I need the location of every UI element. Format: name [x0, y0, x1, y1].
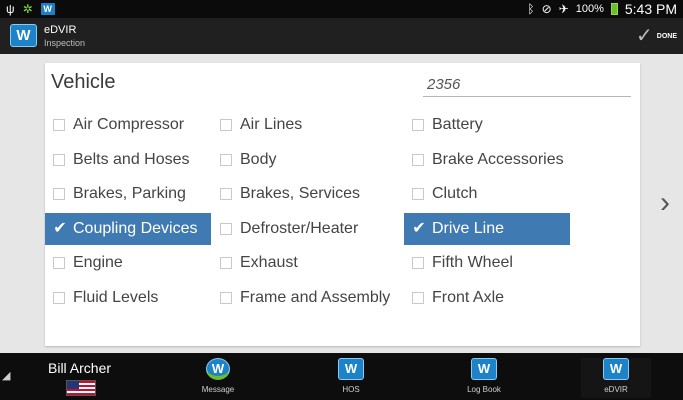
checkmark-icon[interactable]: ✔	[53, 220, 67, 236]
checklist-item-label: Battery	[432, 116, 483, 133]
checkbox[interactable]	[53, 292, 65, 304]
checklist-item-label: Air Compressor	[73, 116, 185, 133]
app-title: eDVIR	[44, 24, 77, 36]
checklist-item[interactable]: Air Lines	[212, 109, 302, 141]
checklist-item-label: Brakes, Services	[240, 185, 361, 203]
checkbox[interactable]	[412, 188, 424, 201]
checklist-item-label: Frame and Assembly	[240, 289, 391, 306]
checklist-item[interactable]: Exhaust	[212, 247, 298, 279]
chevron-right-icon[interactable]: ›	[654, 186, 676, 220]
checklist-item-label: Clutch	[432, 185, 478, 203]
checkbox[interactable]	[53, 257, 65, 270]
user-name[interactable]: Bill Archer	[48, 360, 111, 376]
checkbox[interactable]	[412, 292, 424, 304]
checklist-item-label: Exhaust	[240, 254, 298, 272]
nav-item-edvir[interactable]: W eDVIR	[581, 358, 651, 398]
checkbox[interactable]	[220, 222, 232, 235]
message-icon: W	[206, 358, 230, 380]
usb-icon: ψ	[6, 2, 15, 16]
checklist-item-label: Engine	[73, 254, 123, 272]
checklist-item[interactable]: Brake Accessories	[404, 144, 564, 176]
done-label: DONE	[656, 32, 677, 40]
bluetooth-icon: ᛒ	[527, 2, 535, 16]
checklist-item[interactable]: Clutch	[404, 178, 477, 210]
checkbox[interactable]	[220, 292, 232, 304]
checklist-item-label: Brakes, Parking	[73, 185, 186, 203]
checkbox[interactable]	[220, 188, 232, 201]
checklist-item[interactable]: ✔ Drive Line	[404, 212, 570, 245]
nav-item-message[interactable]: W Message	[183, 358, 253, 398]
checklist-item[interactable]: Front Axle	[404, 282, 504, 314]
checkbox[interactable]	[412, 119, 424, 131]
checklist-item-label: Brake Accessories	[432, 150, 564, 168]
checklist-item[interactable]: Brakes, Parking	[45, 178, 186, 210]
hos-icon: W	[338, 358, 364, 380]
checklist-item-label: Defroster/Heater	[240, 219, 359, 237]
airplane-icon: ✈	[558, 2, 569, 16]
checklist-item-label: Front Axle	[432, 289, 505, 306]
checkbox[interactable]	[412, 257, 424, 270]
nav-label-logbook: Log Book	[467, 385, 501, 394]
nav-label-hos: HOS	[342, 385, 360, 394]
checkbox[interactable]	[53, 153, 65, 166]
nav-label-edvir: eDVIR	[604, 385, 628, 394]
checkbox[interactable]	[220, 119, 232, 131]
battery-icon	[610, 3, 618, 15]
nav-item-hos[interactable]: W HOS	[316, 358, 386, 398]
edvir-icon: W	[603, 358, 629, 380]
nav-item-logbook[interactable]: W Log Book	[449, 358, 519, 398]
action-bar: W eDVIR Inspection ✓ DONE	[0, 18, 683, 54]
checklist-item[interactable]: Air Compressor	[45, 109, 184, 141]
bottom-nav-bar: ◢ Bill Archer W Message W HOS W Log Book…	[0, 353, 683, 400]
checklist-item-label: Body	[240, 150, 277, 168]
checklist-item-label: Drive Line	[432, 219, 505, 237]
checkmark-icon[interactable]: ✔	[412, 220, 426, 236]
app-w-icon: W	[40, 3, 55, 15]
checklist-item-label: Fifth Wheel	[432, 254, 513, 272]
app-logo-icon[interactable]: W	[10, 24, 37, 47]
logbook-icon: W	[471, 358, 497, 380]
inspection-card: Vehicle Air Compressor Air Lines Battery Be…	[45, 63, 640, 346]
settings-icon: ✲	[22, 2, 33, 16]
clock: 5:43 PM	[624, 1, 677, 17]
done-button[interactable]: ✓ DONE	[636, 24, 677, 48]
checkbox[interactable]	[53, 119, 65, 131]
checkbox[interactable]	[53, 188, 65, 201]
checklist-item[interactable]: Battery	[404, 109, 483, 141]
checkbox[interactable]	[220, 153, 232, 166]
nav-label-message: Message	[201, 385, 235, 394]
checklist-item[interactable]: ✔ Coupling Devices	[45, 212, 211, 245]
checkbox[interactable]	[220, 257, 232, 270]
battery-percent: 100%	[575, 3, 604, 15]
signal-icon: ◢	[2, 370, 11, 382]
checklist-item[interactable]: Belts and Hoses	[45, 144, 190, 176]
checklist-item-label: Belts and Hoses	[73, 150, 190, 168]
card-title: Vehicle	[51, 71, 116, 93]
app-subtitle: Inspection	[44, 38, 86, 48]
status-bar: ψ ✲ W ᛒ ⊘ ✈ 100% 5:43 PM	[0, 0, 683, 18]
checkbox[interactable]	[412, 153, 424, 166]
checklist-item[interactable]: Fifth Wheel	[404, 247, 513, 279]
checklist-item[interactable]: Body	[212, 144, 276, 176]
checklist-item[interactable]: Engine	[45, 247, 123, 279]
vehicle-number-input[interactable]	[423, 73, 631, 97]
checklist-item[interactable]: Frame and Assembly	[212, 282, 390, 314]
checklist-item[interactable]: Fluid Levels	[45, 282, 158, 314]
us-flag-icon	[66, 380, 96, 396]
checklist-item[interactable]: Brakes, Services	[212, 178, 360, 210]
checkmark-icon: ✓	[636, 25, 653, 47]
checklist-item-label: Fluid Levels	[73, 289, 159, 306]
mute-icon: ⊘	[541, 2, 552, 16]
checklist-item[interactable]: Defroster/Heater	[212, 213, 358, 245]
checklist-item-label: Air Lines	[240, 116, 303, 133]
checklist-item-label: Coupling Devices	[73, 219, 198, 237]
